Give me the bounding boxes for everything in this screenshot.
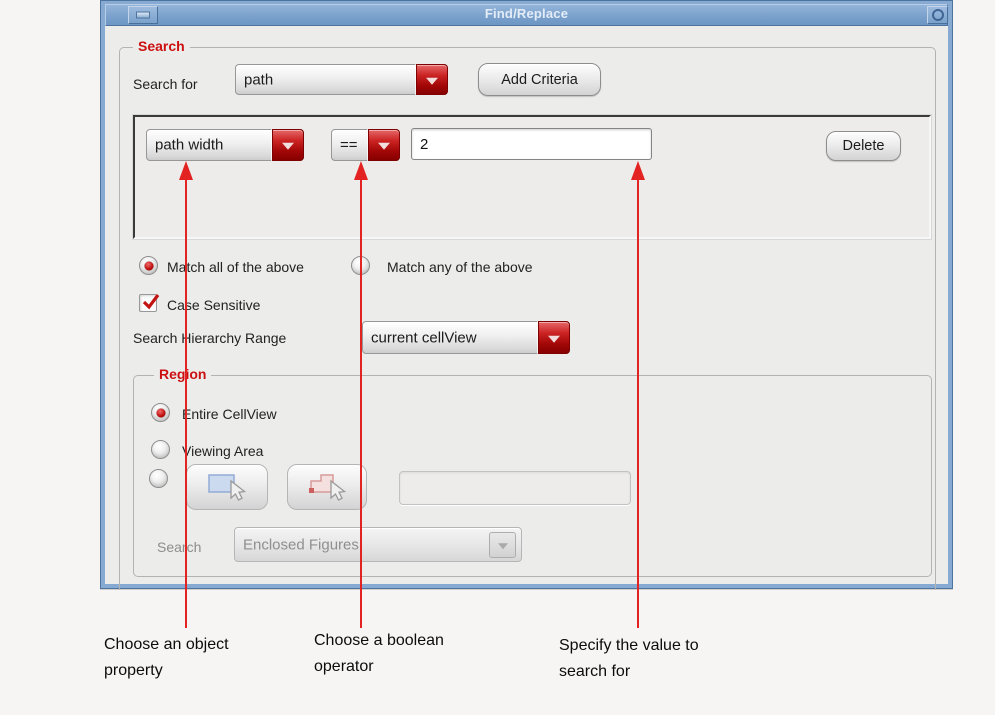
entire-cellview-label[interactable]: Entire CellView bbox=[182, 406, 277, 422]
property-value: path width bbox=[155, 136, 224, 154]
add-criteria-button[interactable]: Add Criteria bbox=[478, 63, 601, 96]
case-sensitive-checkbox[interactable] bbox=[139, 294, 160, 312]
dropdown-arrow-button[interactable] bbox=[538, 321, 570, 354]
viewing-area-radio[interactable] bbox=[151, 440, 170, 459]
annotation-arrow-icon bbox=[631, 161, 645, 180]
sticky-pin-icon bbox=[931, 9, 944, 21]
object-type-dropdown[interactable]: path bbox=[235, 64, 448, 95]
operator-dropdown[interactable]: == bbox=[331, 129, 400, 161]
object-type-value: path bbox=[244, 71, 274, 88]
chevron-down-icon bbox=[497, 543, 508, 550]
case-sensitive-label[interactable]: Case Sensitive bbox=[167, 297, 260, 313]
caption-specify-value: Specify the value to search for bbox=[559, 637, 699, 680]
search-group-label: Search bbox=[133, 38, 190, 54]
chevron-down-icon bbox=[378, 142, 390, 150]
rect-select-button[interactable] bbox=[186, 464, 268, 510]
window-sticky-button[interactable] bbox=[927, 6, 948, 24]
polygon-select-button[interactable] bbox=[287, 464, 367, 510]
chevron-down-icon bbox=[282, 142, 294, 150]
annotation-arrow-icon bbox=[179, 161, 193, 180]
viewing-area-label[interactable]: Viewing Area bbox=[182, 443, 263, 459]
hierarchy-range-value: current cellView bbox=[371, 329, 477, 346]
match-all-radio[interactable] bbox=[139, 256, 158, 275]
hierarchy-range-label: Search Hierarchy Range bbox=[133, 330, 287, 346]
annotation-line bbox=[360, 180, 362, 628]
annotation-line bbox=[185, 180, 187, 628]
region-group-label: Region bbox=[154, 366, 212, 382]
operator-value: == bbox=[340, 136, 358, 154]
window-title: Find/Replace bbox=[484, 6, 569, 21]
entire-cellview-radio[interactable] bbox=[151, 403, 170, 422]
dropdown-arrow-button[interactable] bbox=[368, 129, 400, 161]
caption-object-property: Choose an object property bbox=[104, 636, 229, 679]
find-replace-dialog: Find/Replace Search Search for path Add … bbox=[100, 0, 953, 590]
chevron-down-icon bbox=[548, 335, 560, 343]
documentation-figure: Find/Replace Search Search for path Add … bbox=[0, 0, 995, 715]
hierarchy-range-dropdown[interactable]: current cellView bbox=[362, 321, 570, 354]
region-search-label: Search bbox=[157, 539, 202, 555]
match-any-label[interactable]: Match any of the above bbox=[387, 259, 533, 275]
search-for-label: Search for bbox=[133, 76, 198, 92]
check-icon bbox=[142, 294, 160, 310]
annotation-line bbox=[637, 180, 639, 628]
titlebar[interactable]: Find/Replace bbox=[105, 4, 948, 26]
figure-mode-dropdown[interactable]: Enclosed Figures bbox=[234, 527, 522, 562]
dropdown-arrow-button[interactable] bbox=[272, 129, 304, 161]
delete-button[interactable]: Delete bbox=[826, 131, 901, 161]
value-input[interactable] bbox=[411, 128, 652, 160]
region-coords-input[interactable] bbox=[399, 471, 631, 505]
rect-select-icon bbox=[208, 474, 247, 501]
dropdown-arrow-button[interactable] bbox=[416, 64, 448, 95]
criteria-panel: path width == Delete bbox=[133, 115, 931, 239]
select-region-radio[interactable] bbox=[149, 469, 168, 488]
polygon-select-icon bbox=[309, 474, 347, 501]
figure-mode-value: Enclosed Figures bbox=[243, 536, 359, 553]
property-dropdown[interactable]: path width bbox=[146, 129, 304, 161]
caption-boolean-operator: Choose a boolean operator bbox=[314, 632, 444, 675]
match-all-label[interactable]: Match all of the above bbox=[167, 259, 304, 275]
chevron-down-icon bbox=[426, 77, 438, 85]
dropdown-arrow-button[interactable] bbox=[489, 532, 516, 558]
annotation-arrow-icon bbox=[354, 161, 368, 180]
